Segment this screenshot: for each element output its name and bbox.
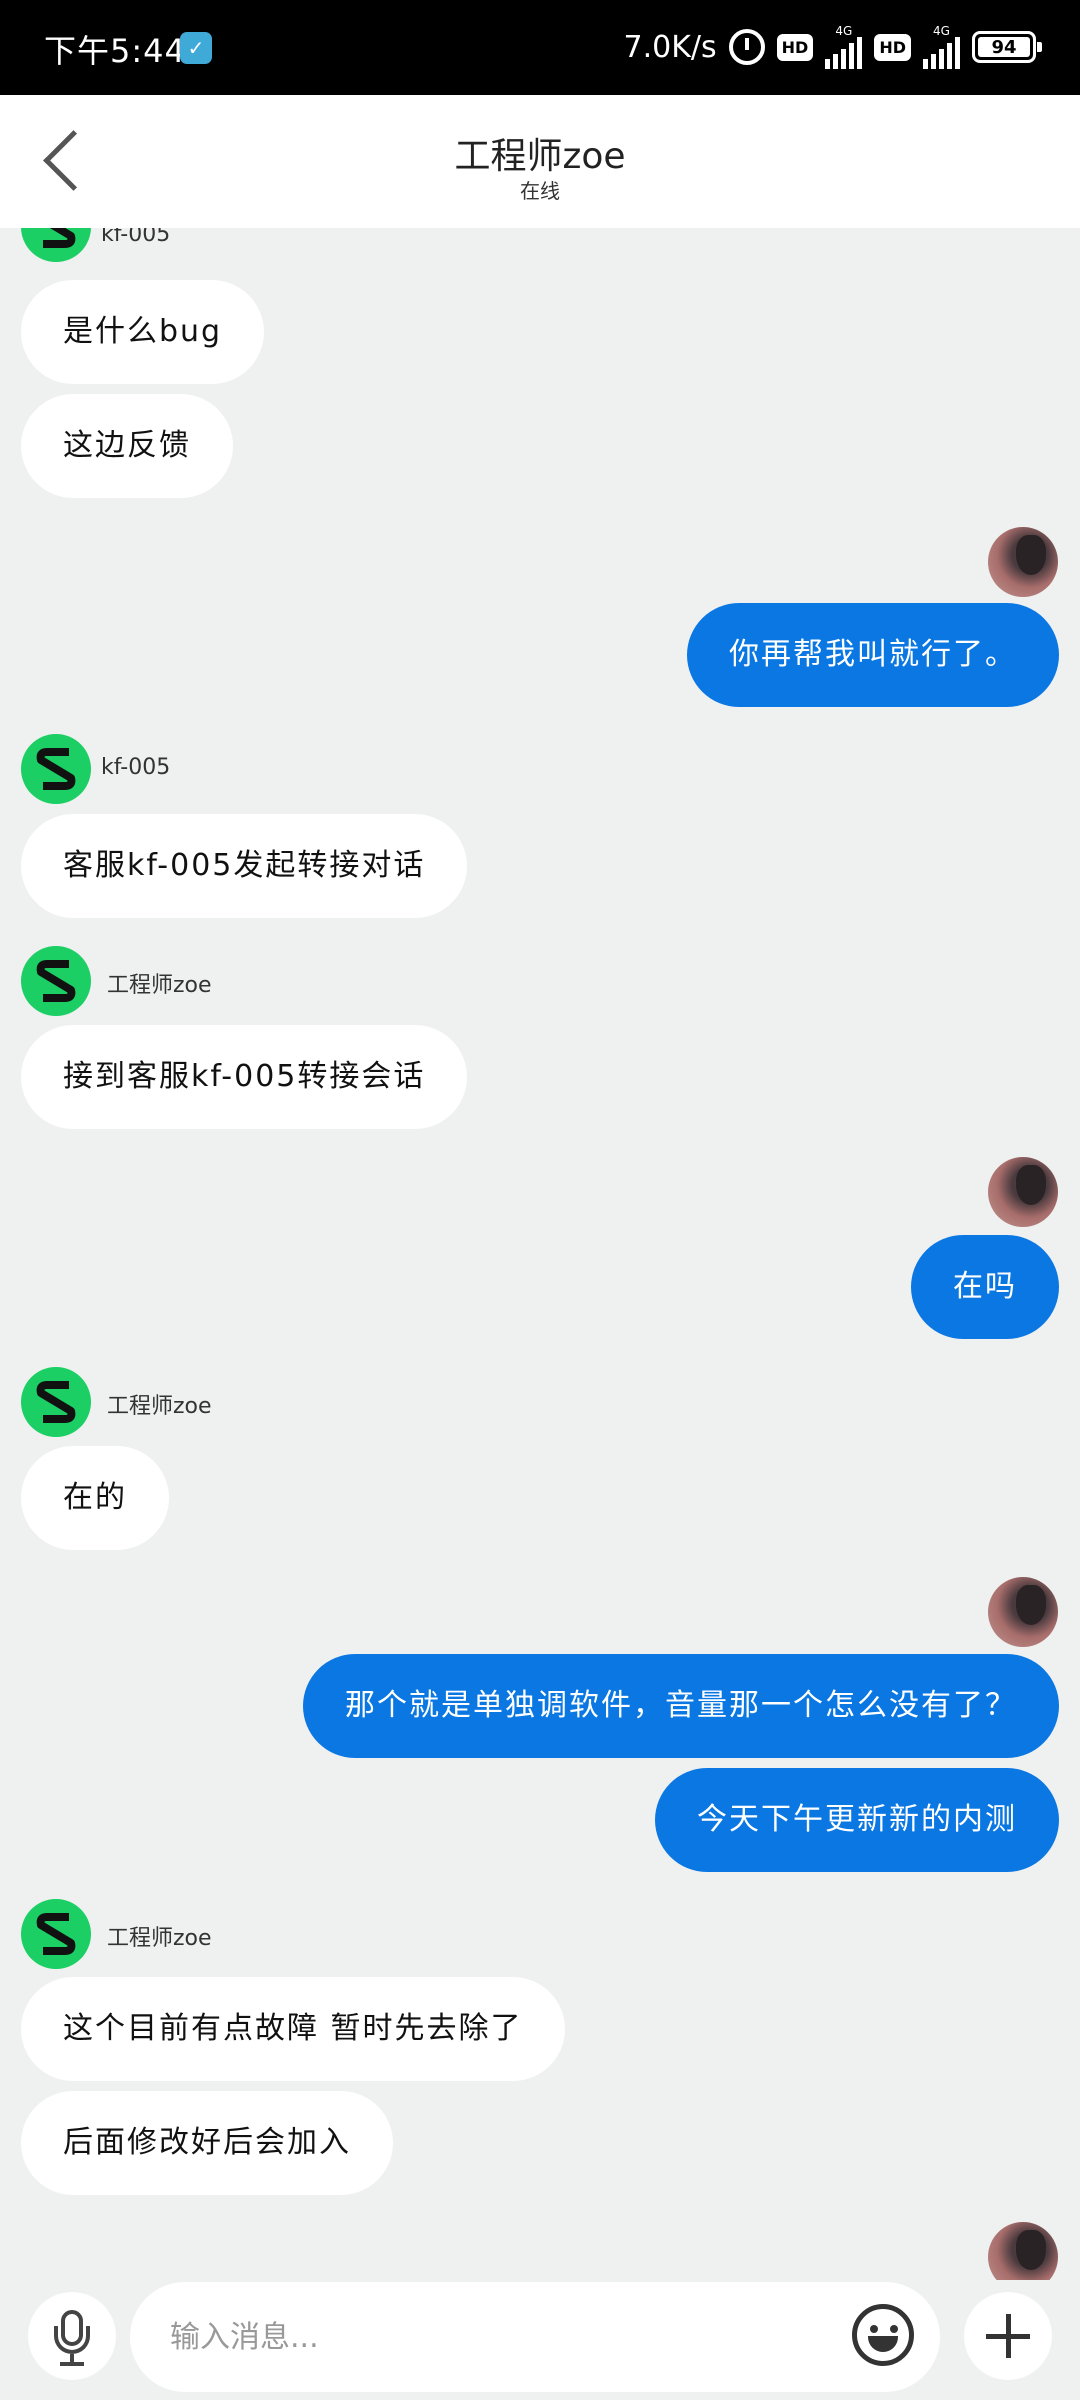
chat-title: 工程师zoe [454,136,626,177]
battery-icon: 94 [972,31,1042,63]
shield-icon: ✓ [180,32,212,64]
message-bubble-out[interactable]: 今天下午更新新的内测 [655,1768,1059,1872]
s-logo-icon [43,228,76,248]
s-logo-icon [36,960,76,1002]
chat-header: 工程师zoe 在线 [0,95,1080,228]
sender-name: 工程师zoe [107,1926,212,1951]
signal-icon-2: 4G [923,25,960,69]
sender-name: 工程师zoe [107,1394,212,1419]
status-indicators: 7.0K/s HD 4G HD 4G 94 [623,22,1042,72]
message-bubble-out[interactable]: 在吗 [911,1235,1059,1339]
message-bubble-out[interactable]: 那个就是单独调软件，音量那一个怎么没有了？ [303,1654,1059,1758]
agent-avatar[interactable] [21,946,91,1016]
signal-icon: 4G [825,24,863,69]
emoji-button[interactable] [852,2304,914,2366]
status-bar: 下午5:44 ✓ 7.0K/s HD 4G HD 4G 94 [0,0,1080,95]
message-bubble-in[interactable]: 客服kf-005发起转接对话 [21,814,468,918]
agent-avatar[interactable] [21,1367,91,1437]
battery-level: 94 [991,36,1017,58]
s-logo-icon [36,1913,76,1955]
my-avatar[interactable] [988,1157,1058,1227]
message-bubble-in[interactable]: 后面修改好后会加入 [21,2091,393,2195]
agent-avatar[interactable] [21,228,91,262]
my-avatar[interactable] [988,2222,1058,2280]
network-type-2: 4G [933,24,950,38]
network-type: 4G [835,24,853,38]
message-bubble-out[interactable]: 你再帮我叫就行了。 [687,603,1059,707]
message-input[interactable] [130,2282,940,2392]
status-time: 下午5:44 [44,32,186,70]
message-bubble-in[interactable]: 这边反馈 [21,394,233,498]
hd-badge-2: HD [874,33,911,61]
message-bubble-in[interactable]: 是什么bug [21,280,265,384]
online-status: 在线 [520,179,560,203]
sender-name: kf-005 [101,755,171,780]
my-avatar[interactable] [988,1577,1058,1647]
voice-button[interactable] [28,2292,116,2380]
more-button[interactable] [964,2292,1052,2380]
message-bubble-in[interactable]: 接到客服kf-005转接会话 [21,1025,468,1129]
sender-name: kf-005 [101,228,171,247]
s-logo-icon [36,1381,76,1423]
hd-badge: HD [776,33,814,61]
network-speed: 7.0K/s [623,29,717,65]
sender-name: 工程师zoe [107,973,212,998]
input-bar [0,2280,1080,2400]
agent-avatar[interactable] [21,734,91,804]
alarm-icon [728,29,765,65]
message-bubble-in[interactable]: 在的 [21,1446,169,1550]
s-logo-icon [36,748,76,790]
agent-avatar[interactable] [21,1899,91,1969]
message-bubble-in[interactable]: 这个目前有点故障 暂时先去除了 [21,1977,565,2081]
chat-messages[interactable]: kf-005 是什么bug 这边反馈 你再帮我叫就行了。 kf-005 客服kf… [0,228,1080,2280]
my-avatar[interactable] [988,527,1058,597]
